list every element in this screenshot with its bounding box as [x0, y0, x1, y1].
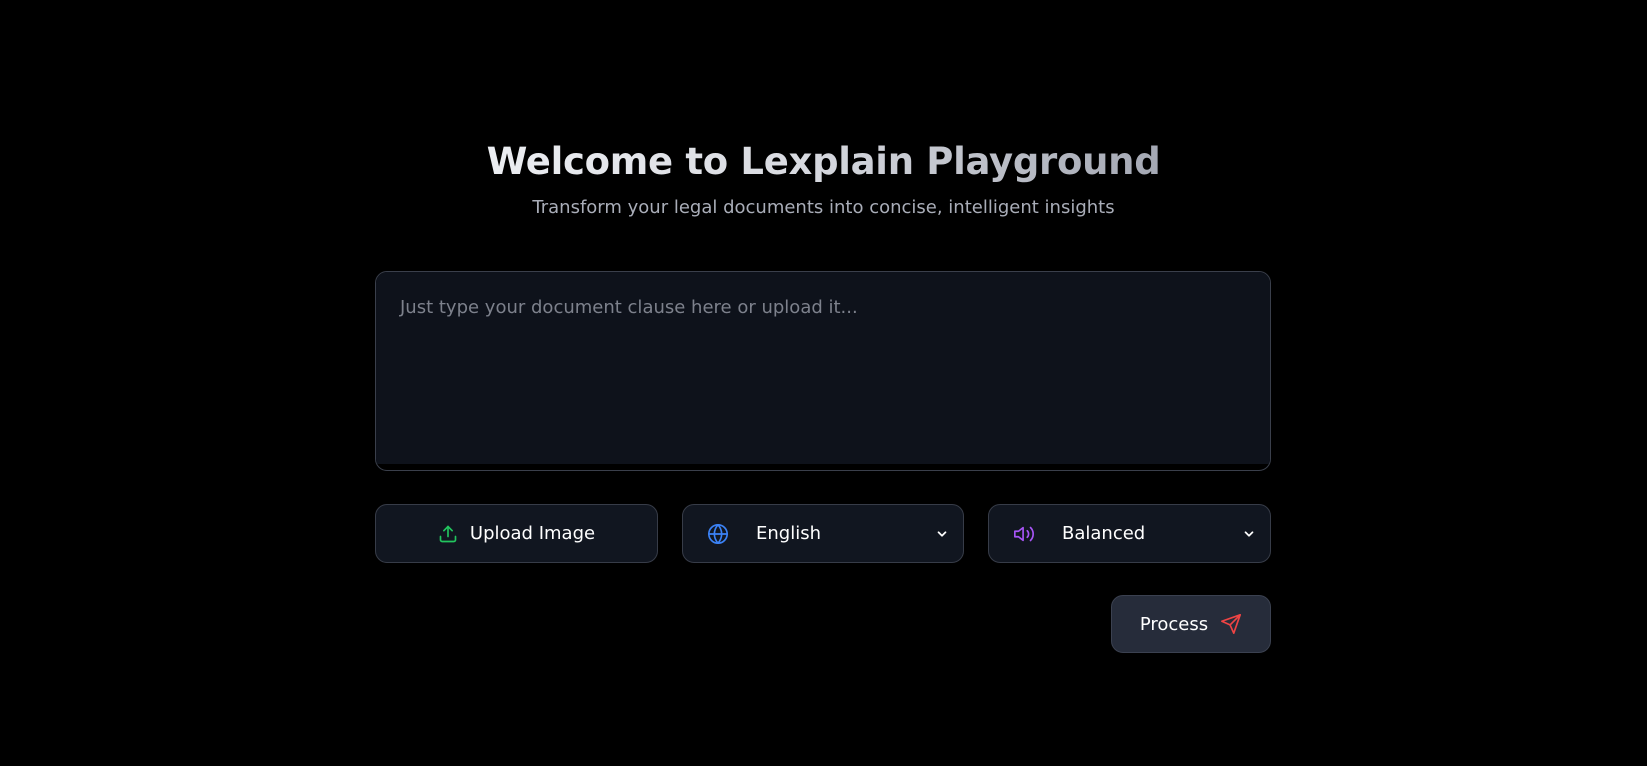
- speaker-icon: [1013, 523, 1035, 545]
- chevron-down-icon: [935, 527, 949, 541]
- page-title: Welcome to Lexplain Playground: [487, 138, 1161, 186]
- process-button[interactable]: Process: [1111, 595, 1271, 653]
- upload-icon: [438, 524, 458, 544]
- page-subtitle: Transform your legal documents into conc…: [532, 197, 1115, 218]
- playground-page: Welcome to Lexplain Playground Transform…: [0, 0, 1647, 766]
- language-selected-value: English: [756, 523, 821, 544]
- clause-editor: [375, 271, 1271, 471]
- upload-image-label: Upload Image: [469, 523, 596, 544]
- clause-input[interactable]: [376, 272, 1270, 464]
- chevron-down-icon: [1242, 527, 1256, 541]
- upload-image-button[interactable]: Upload Image: [375, 504, 658, 563]
- language-select[interactable]: English: [682, 504, 964, 563]
- page-title-container: Welcome to Lexplain Playground: [0, 138, 1647, 186]
- send-icon: [1220, 613, 1242, 635]
- globe-icon: [707, 523, 729, 545]
- process-label: Process: [1139, 613, 1209, 635]
- tone-selected-value: Balanced: [1062, 523, 1146, 544]
- tone-select[interactable]: Balanced: [988, 504, 1271, 563]
